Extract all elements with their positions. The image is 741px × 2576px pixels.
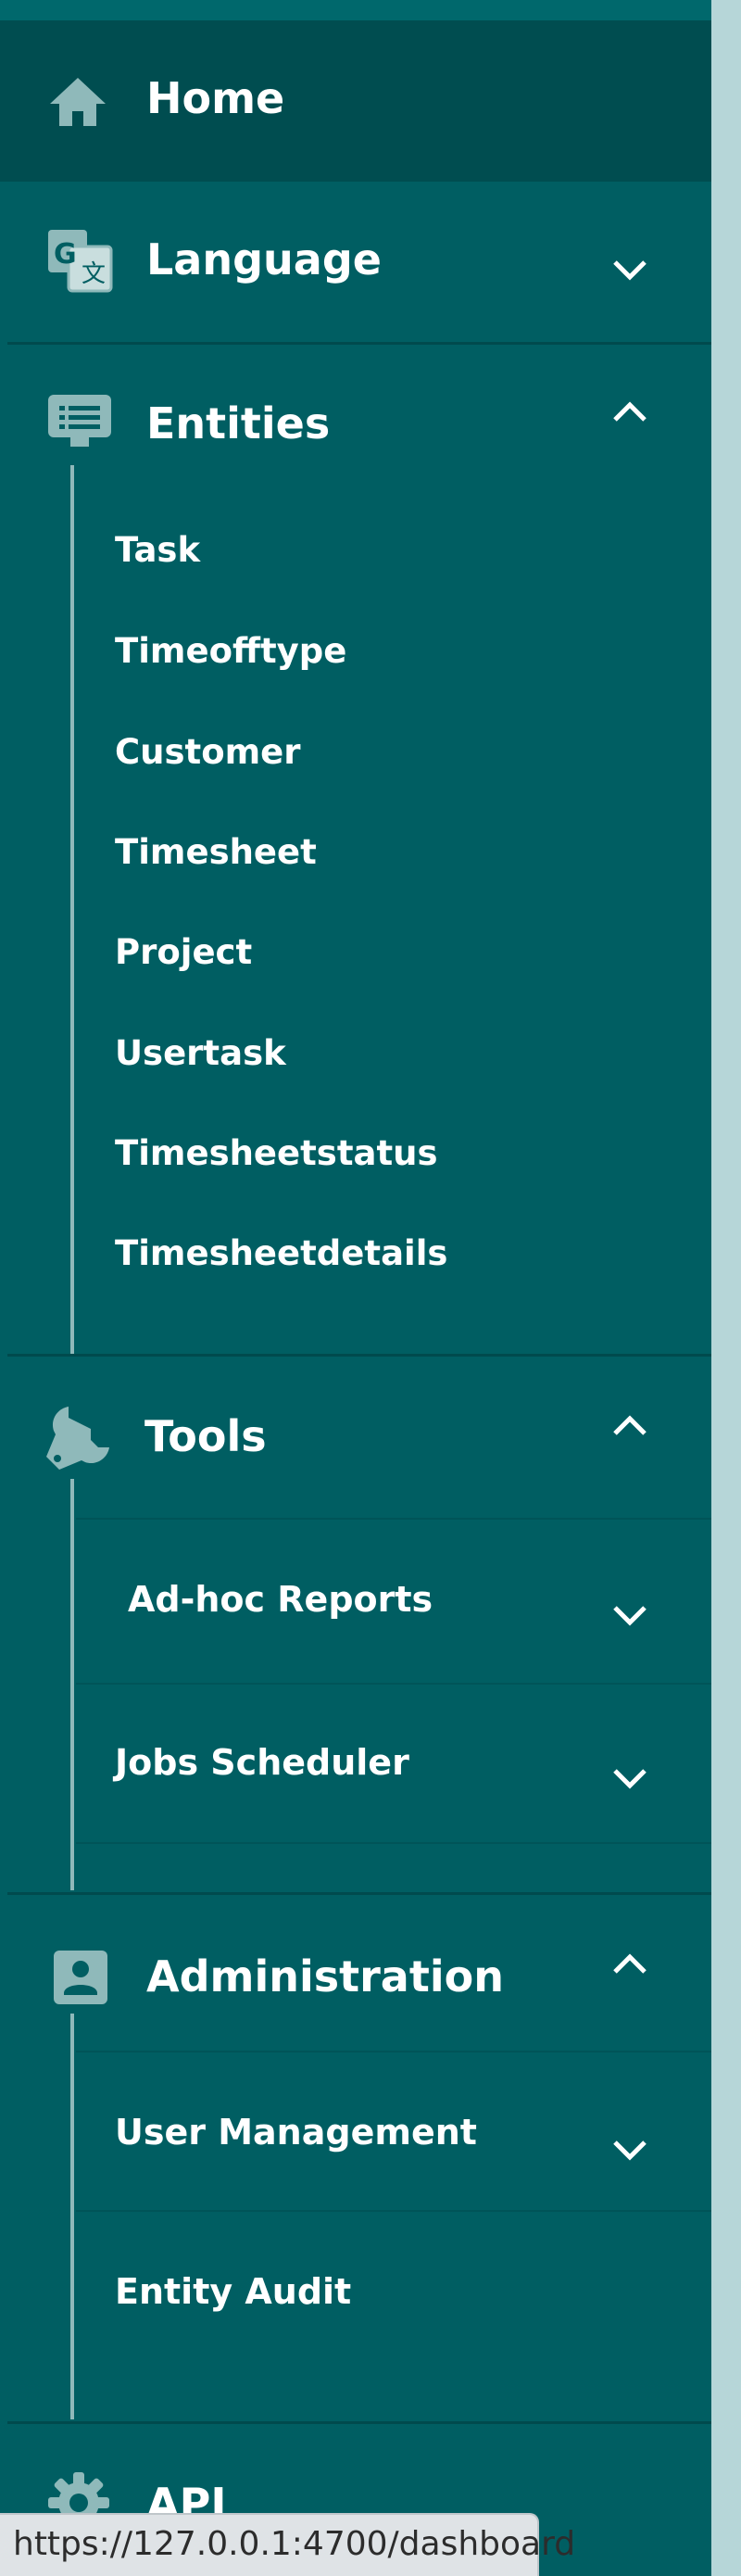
chevron-down-icon[interactable] xyxy=(611,1766,648,1790)
account-box-icon xyxy=(54,1951,107,2004)
sidebar-item-language[interactable]: G 文 Language xyxy=(0,182,711,343)
entity-link-timeofftype[interactable]: Timeofftype xyxy=(115,629,346,674)
entity-link-timesheet[interactable]: Timesheet xyxy=(115,830,317,875)
entity-link-project[interactable]: Project xyxy=(115,930,252,975)
tree-line xyxy=(70,2014,74,2419)
sidebar-item-home[interactable]: Home xyxy=(0,20,711,182)
entity-link-task[interactable]: Task xyxy=(115,528,200,573)
submenu-label: User Management xyxy=(115,2112,477,2153)
submenu-jobs-scheduler[interactable]: Jobs Scheduler xyxy=(76,1685,711,1842)
sidebar: Home G 文 Language Entities Task Timeofft… xyxy=(0,0,711,2576)
divider xyxy=(76,1842,711,1844)
entity-link-timesheetstatus[interactable]: Timesheetstatus xyxy=(115,1131,438,1176)
chevron-down-icon[interactable] xyxy=(611,258,648,282)
sidebar-item-label: Language xyxy=(146,234,382,284)
sidebar-item-entities[interactable]: Entities xyxy=(0,345,711,463)
list-icon xyxy=(48,395,111,447)
submenu-label: Entity Audit xyxy=(115,2271,352,2312)
sidebar-section-tools: Tools Ad-hoc Reports Jobs Scheduler xyxy=(0,1357,711,1892)
submenu-label: Jobs Scheduler xyxy=(115,1742,409,1783)
submenu-ad-hoc-reports[interactable]: Ad-hoc Reports xyxy=(76,1520,711,1683)
submenu-entity-audit[interactable]: Entity Audit xyxy=(76,2212,711,2369)
chevron-up-icon[interactable] xyxy=(611,1414,648,1438)
sidebar-item-label: Tools xyxy=(144,1411,267,1461)
sidebar-item-label: Home xyxy=(146,73,285,123)
sidebar-item-label: Administration xyxy=(146,1951,504,2001)
chevron-down-icon[interactable] xyxy=(611,2138,648,2162)
sidebar-item-administration[interactable]: Administration xyxy=(0,1895,711,2051)
sidebar-top-strip xyxy=(0,0,711,20)
submenu-user-management[interactable]: User Management xyxy=(76,2052,711,2210)
chevron-up-icon[interactable] xyxy=(611,1952,648,1976)
chevron-down-icon[interactable] xyxy=(611,1603,648,1627)
browser-status-url: https://127.0.0.1:4700/dashboard xyxy=(0,2513,575,2576)
sidebar-item-tools[interactable]: Tools xyxy=(0,1357,711,1477)
submenu-label: Ad-hoc Reports xyxy=(128,1579,433,1620)
svg-text:G: G xyxy=(54,238,77,271)
svg-text:文: 文 xyxy=(82,260,106,288)
home-icon xyxy=(50,78,106,126)
entity-link-timesheetdetails[interactable]: Timesheetdetails xyxy=(115,1231,447,1276)
entity-link-customer[interactable]: Customer xyxy=(115,730,301,775)
sidebar-section-administration: Administration User Management Entity Au… xyxy=(0,1895,711,2421)
sidebar-section-entities: Entities Task Timeofftype Customer Times… xyxy=(0,345,711,1357)
translate-icon: G 文 xyxy=(48,230,113,293)
wrench-icon xyxy=(46,1407,109,1470)
tree-line xyxy=(70,1479,74,1890)
tree-line xyxy=(70,465,74,1355)
sidebar-item-label: Entities xyxy=(146,398,331,448)
chevron-up-icon[interactable] xyxy=(611,400,648,424)
entity-link-usertask[interactable]: Usertask xyxy=(115,1031,286,1076)
